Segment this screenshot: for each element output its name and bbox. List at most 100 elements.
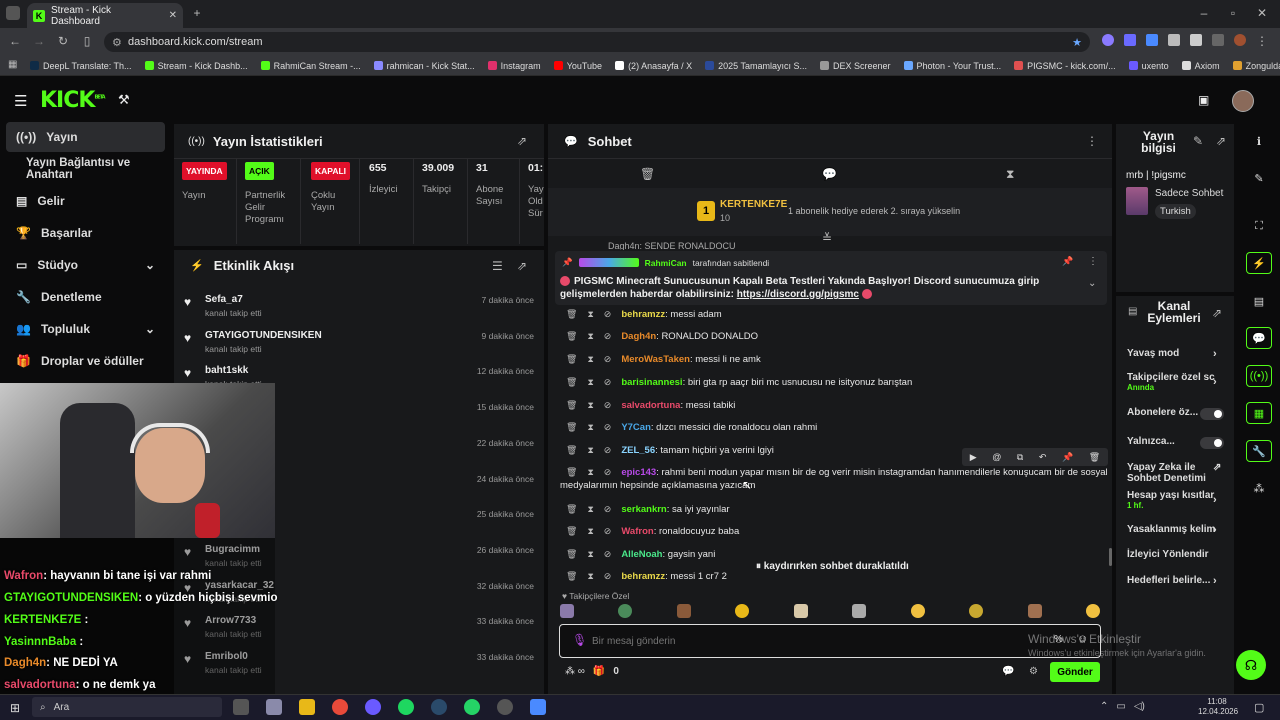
bookmark-item[interactable]: 2025 Tamamlayıcı S...: [705, 61, 807, 71]
emote-icon[interactable]: [969, 604, 984, 618]
extension-icon[interactable]: [1102, 34, 1114, 46]
ban-icon[interactable]: ⊘: [604, 422, 612, 432]
site-info-icon[interactable]: ⚙: [112, 36, 122, 49]
sidebar-item-droplar[interactable]: 🎁 Droplar ve ödüller: [6, 346, 165, 376]
chat-message[interactable]: 🗑 ⧗ ⊘ Y7Can: dızcı messici die ronaldocu ol…: [566, 422, 1086, 433]
follower-name[interactable]: Sefa_a7: [205, 294, 243, 305]
whatsapp-icon[interactable]: [464, 699, 480, 715]
emote-icon[interactable]: [1085, 604, 1100, 618]
chat-options-icon[interactable]: 💬: [1002, 666, 1014, 677]
app-icon[interactable]: [266, 699, 282, 715]
pinned-menu-icon[interactable]: ⋮: [1088, 256, 1098, 267]
chat-username[interactable]: epic143: [621, 467, 656, 478]
timeout-icon[interactable]: ⧗: [587, 377, 593, 387]
hammer-icon[interactable]: ⚒: [118, 92, 130, 108]
emote-icon[interactable]: [793, 604, 808, 618]
chat-mode-icon[interactable]: 💬: [822, 167, 837, 181]
timeout-icon[interactable]: ⧗: [587, 354, 593, 364]
discord-icon[interactable]: [365, 699, 381, 715]
ban-icon[interactable]: ⊘: [604, 354, 612, 364]
bookmark-item[interactable]: PIGSMC - kick.com/...: [1014, 61, 1116, 71]
expand-chevron-icon[interactable]: ⌄: [1088, 278, 1096, 289]
sidebar-item-studyo[interactable]: ▭ Stüdyo ⌄: [6, 250, 165, 280]
bookmark-item[interactable]: Stream - Kick Dashb...: [144, 61, 248, 71]
emote-icon[interactable]: [910, 604, 925, 618]
extension-icon[interactable]: [1124, 34, 1136, 46]
steam-icon[interactable]: [431, 699, 447, 715]
channel-action-item[interactable]: Yapay Zeka ile Sohbet Denetimi ⇗: [1127, 462, 1223, 484]
notification-icon[interactable]: ▢: [1254, 701, 1264, 714]
broadcast-icon[interactable]: ((•)): [1246, 365, 1272, 387]
fullscreen-icon[interactable]: ⛶: [1246, 215, 1272, 237]
chat-username[interactable]: Dagh4n: [621, 331, 656, 342]
bookmark-item[interactable]: DeepL Translate: Th...: [30, 61, 132, 71]
support-headset-icon[interactable]: ☊: [1236, 650, 1266, 680]
channel-action-item[interactable]: Takipçilere özel sc Anında ›: [1127, 372, 1223, 392]
delete-message-icon[interactable]: 🗑: [566, 354, 577, 364]
hamburger-menu-icon[interactable]: ☰: [14, 92, 27, 110]
close-tab-icon[interactable]: ✕: [169, 10, 177, 21]
ban-icon[interactable]: ⊘: [604, 331, 612, 341]
timeout-icon[interactable]: ⧗: [587, 309, 593, 319]
channel-action-item[interactable]: Yavaş mod ›: [1127, 348, 1223, 360]
app-icon[interactable]: [530, 699, 546, 715]
task-view-icon[interactable]: [233, 699, 249, 715]
ban-icon[interactable]: ⊘: [604, 445, 612, 455]
chrome-icon[interactable]: [332, 699, 348, 715]
obs-icon[interactable]: [497, 699, 513, 715]
copy-icon[interactable]: ⧉: [1017, 452, 1023, 463]
maximize-icon[interactable]: ▫: [1226, 6, 1240, 20]
chat-message[interactable]: 🗑 ⧗ ⊘ MeroWasTaken: messi li ne amk: [566, 354, 1086, 365]
discord-link[interactable]: https://discord.gg/pigsmc: [737, 289, 859, 300]
delete-message-icon[interactable]: 🗑: [566, 504, 577, 514]
chat-scrollbar[interactable]: [1109, 548, 1112, 566]
timeout-icon[interactable]: ⧗: [587, 571, 593, 581]
chat-message[interactable]: 🗑 ⧗ ⊘ serkankrn: sa iyi yayınlar: [566, 504, 1086, 515]
volume-icon[interactable]: ◁): [1134, 701, 1145, 712]
clipboard-icon[interactable]: ▤: [1246, 290, 1272, 312]
chat-username[interactable]: serkankrn: [621, 504, 666, 515]
taskbar-search[interactable]: ⌕ Ara: [32, 697, 222, 717]
wrench-icon[interactable]: 🔧: [1246, 440, 1272, 462]
bookmark-item[interactable]: rahmican - Kick Stat...: [373, 61, 475, 71]
ban-icon[interactable]: ⊘: [604, 400, 612, 410]
collapse-icon[interactable]: ≚: [822, 231, 832, 245]
reload-icon[interactable]: ↻: [56, 34, 70, 48]
more-icon[interactable]: ⁂: [1246, 477, 1272, 499]
delete-message-icon[interactable]: 🗑: [566, 467, 577, 477]
timeout-icon[interactable]: ⧗: [587, 504, 593, 514]
network-icon[interactable]: ▭: [1116, 701, 1125, 712]
sidebar-item-stream-key[interactable]: Yayın Bağlantısı ve Anahtarı: [6, 154, 165, 184]
channel-action-item[interactable]: İzleyici Yönlendir: [1127, 549, 1223, 560]
bookmark-item[interactable]: Zonguldak İngilizce...: [1232, 61, 1280, 71]
sidebar-icon[interactable]: [1212, 34, 1224, 46]
chat-message[interactable]: 🗑 ⧗ ⊘ behramzz: messi 1 cr7 2: [566, 571, 1086, 582]
kick-logo[interactable]: KICKBETA: [40, 88, 106, 113]
delete-message-icon[interactable]: 🗑: [566, 377, 577, 387]
ban-icon[interactable]: ⊘: [604, 467, 612, 477]
channel-action-item[interactable]: Yalnızca...: [1127, 436, 1224, 449]
emote-icon[interactable]: [852, 604, 867, 618]
emote-icon[interactable]: [560, 604, 574, 618]
timeout-icon[interactable]: ⧗: [587, 422, 593, 432]
ban-icon[interactable]: ⊘: [604, 571, 612, 581]
chat-message[interactable]: 🗑 ⧗ ⊘ epic143: rahmi beni modun yapar mısın…: [560, 467, 1108, 491]
ban-icon[interactable]: ⊘: [604, 526, 612, 536]
browser-tab[interactable]: K Stream - Kick Dashboard ✕: [27, 3, 183, 28]
back-icon[interactable]: ←: [8, 34, 22, 48]
delete-message-icon[interactable]: 🗑: [566, 331, 577, 341]
puzzle-icon[interactable]: [1190, 34, 1202, 46]
chat-username[interactable]: barisinannesi: [621, 377, 682, 388]
filter-icon[interactable]: ☰: [492, 259, 503, 273]
delete-message-icon[interactable]: 🗑: [566, 400, 577, 410]
close-window-icon[interactable]: ✕: [1255, 6, 1269, 20]
chat-username[interactable]: MeroWasTaken: [621, 354, 690, 365]
chat-input[interactable]: [592, 632, 1012, 650]
extension-icon[interactable]: [1146, 34, 1158, 46]
unpin-icon[interactable]: 📌: [1062, 256, 1073, 267]
split-view-icon[interactable]: ▯: [80, 34, 94, 48]
delete-icon[interactable]: 🗑: [1089, 452, 1100, 463]
delete-message-icon[interactable]: 🗑: [566, 571, 577, 581]
toggle-switch[interactable]: [1200, 408, 1224, 420]
delete-message-icon[interactable]: 🗑: [566, 549, 577, 559]
